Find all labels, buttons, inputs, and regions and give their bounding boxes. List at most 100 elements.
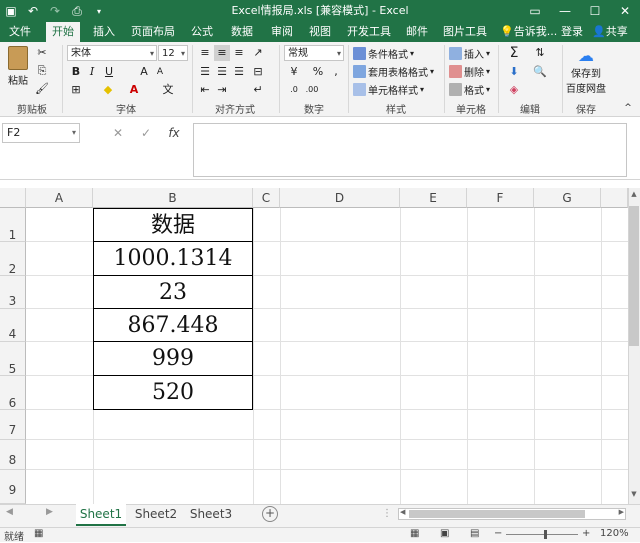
align-right-icon[interactable]: ☰ xyxy=(231,64,247,80)
percent-button[interactable]: % xyxy=(310,64,326,80)
col-header-a[interactable]: A xyxy=(26,188,93,208)
ribbon-display-button[interactable]: ▭ xyxy=(520,0,550,22)
name-box[interactable]: F2 ▾ xyxy=(2,123,80,143)
next-sheet-icon[interactable]: ▶ xyxy=(46,507,53,517)
cell-b6[interactable]: 520 xyxy=(93,376,253,410)
horizontal-scrollbar[interactable]: ◀ ▶ xyxy=(398,508,626,520)
tab-mail[interactable]: 邮件 xyxy=(401,22,433,42)
zoom-slider[interactable] xyxy=(506,534,578,535)
clear-icon[interactable]: ◈ xyxy=(506,82,522,98)
cell-b1[interactable]: 数据 xyxy=(93,208,253,242)
sheet-tab-1[interactable]: Sheet1 xyxy=(76,504,126,526)
insert-function-icon[interactable]: fx xyxy=(160,126,188,140)
zoom-slider-thumb[interactable] xyxy=(544,530,547,539)
copy-icon[interactable]: ⎘ xyxy=(34,63,50,79)
format-cells-button[interactable]: 格式 ▾ xyxy=(449,82,490,97)
formula-input[interactable] xyxy=(193,123,627,177)
share-button[interactable]: 👤共享 xyxy=(592,22,628,42)
font-color-icon[interactable]: A xyxy=(126,82,142,98)
col-header-d[interactable]: D xyxy=(280,188,400,208)
add-sheet-icon[interactable]: + xyxy=(262,506,278,522)
maximize-button[interactable]: ☐ xyxy=(580,0,610,22)
undo-icon[interactable]: ↶ xyxy=(22,4,44,18)
shrink-font-button[interactable]: A xyxy=(152,64,168,80)
more-options-icon[interactable]: ⋮ xyxy=(382,508,392,519)
align-top-icon[interactable]: ≡ xyxy=(197,45,213,61)
zoom-in-icon[interactable]: + xyxy=(582,528,590,539)
select-all-corner[interactable] xyxy=(0,188,26,208)
number-format-combo[interactable]: 常规 ▾ xyxy=(284,45,344,61)
tell-me[interactable]: 💡告诉我... xyxy=(500,22,557,42)
orientation-icon[interactable]: ↗ xyxy=(250,45,266,61)
grow-font-button[interactable]: A xyxy=(136,64,152,80)
col-header-b[interactable]: B xyxy=(93,188,253,208)
format-painter-icon[interactable]: 🖌 xyxy=(34,81,50,97)
tab-formulas[interactable]: 公式 xyxy=(186,22,218,42)
borders-icon[interactable]: ⊞ xyxy=(68,82,84,98)
paste-button[interactable]: 粘贴 xyxy=(6,46,30,87)
tab-data[interactable]: 数据 xyxy=(226,22,258,42)
horizontal-scroll-thumb[interactable] xyxy=(409,510,585,518)
currency-icon[interactable]: ¥ xyxy=(286,64,302,80)
cut-icon[interactable]: ✂ xyxy=(34,45,50,61)
autosum-icon[interactable]: Σ xyxy=(506,45,522,61)
row-header-4[interactable]: 4 xyxy=(0,309,26,342)
macro-record-icon[interactable]: ▦ xyxy=(34,528,43,539)
zoom-out-icon[interactable]: − xyxy=(494,528,502,539)
decrease-indent-icon[interactable]: ⇤ xyxy=(197,82,213,98)
increase-indent-icon[interactable]: ⇥ xyxy=(214,82,230,98)
increase-decimal-icon[interactable]: .0 xyxy=(286,82,302,98)
align-bottom-icon[interactable]: ≡ xyxy=(231,45,247,61)
italic-button[interactable]: I xyxy=(84,64,100,80)
align-center-icon[interactable]: ☰ xyxy=(214,64,230,80)
scroll-down-icon[interactable]: ▼ xyxy=(629,490,639,502)
insert-cells-button[interactable]: 插入 ▾ xyxy=(449,46,490,61)
sheet-tab-2[interactable]: Sheet2 xyxy=(130,504,182,524)
scroll-right-icon[interactable]: ▶ xyxy=(619,508,624,516)
col-header-h[interactable] xyxy=(601,188,628,208)
underline-button[interactable]: U xyxy=(101,64,117,80)
cell-b4[interactable]: 867.448 xyxy=(93,309,253,342)
row-header-3[interactable]: 3 xyxy=(0,276,26,309)
tab-home[interactable]: 开始 xyxy=(46,22,80,42)
sheet-tab-3[interactable]: Sheet3 xyxy=(186,504,236,524)
qat-menu-icon[interactable]: ▾ xyxy=(88,7,110,16)
col-header-e[interactable]: E xyxy=(400,188,467,208)
cell-b2[interactable]: 1000.1314 xyxy=(93,242,253,276)
find-select-icon[interactable]: 🔍 xyxy=(532,64,548,80)
fill-icon[interactable]: ⬇ xyxy=(506,64,522,80)
row-header-7[interactable]: 7 xyxy=(0,410,26,440)
close-button[interactable]: ✕ xyxy=(610,0,640,22)
login-button[interactable]: 登录 xyxy=(561,22,583,42)
enter-formula-icon[interactable]: ✓ xyxy=(132,126,160,140)
col-header-f[interactable]: F xyxy=(467,188,534,208)
row-header-1[interactable]: 1 xyxy=(0,208,26,242)
row-header-8[interactable]: 8 xyxy=(0,440,26,470)
normal-view-icon[interactable]: ▦ xyxy=(410,528,419,539)
scroll-left-icon[interactable]: ◀ xyxy=(400,508,405,516)
align-middle-icon[interactable]: ≡ xyxy=(214,45,230,61)
row-header-9[interactable]: 9 xyxy=(0,470,26,504)
page-break-view-icon[interactable]: ▤ xyxy=(470,528,479,539)
save-icon[interactable]: ▣ xyxy=(0,4,22,18)
fill-color-icon[interactable]: ◆ xyxy=(100,82,116,98)
tab-page-layout[interactable]: 页面布局 xyxy=(128,22,178,42)
sort-filter-icon[interactable]: ⇅ xyxy=(532,45,548,61)
row-header-6[interactable]: 6 xyxy=(0,376,26,410)
phonetic-icon[interactable]: 文 xyxy=(160,82,176,98)
font-name-combo[interactable]: 宋体 ▾ xyxy=(67,45,157,61)
conditional-format-button[interactable]: 条件格式 ▾ xyxy=(353,46,414,61)
row-header-5[interactable]: 5 xyxy=(0,342,26,376)
align-left-icon[interactable]: ☰ xyxy=(197,64,213,80)
wrap-text-icon[interactable]: ↵ xyxy=(250,82,266,98)
decrease-decimal-icon[interactable]: .00 xyxy=(304,82,320,98)
cell-b3[interactable]: 23 xyxy=(93,276,253,309)
row-header-2[interactable]: 2 xyxy=(0,242,26,276)
tab-picture-tools[interactable]: 图片工具 xyxy=(440,22,490,42)
page-layout-view-icon[interactable]: ▣ xyxy=(440,528,449,539)
bold-button[interactable]: B xyxy=(68,64,84,80)
merge-center-icon[interactable]: ⊟ xyxy=(250,64,266,80)
comma-icon[interactable]: , xyxy=(328,64,344,80)
scroll-up-icon[interactable]: ▲ xyxy=(629,190,639,202)
print-preview-icon[interactable]: ⎙ xyxy=(66,4,88,19)
